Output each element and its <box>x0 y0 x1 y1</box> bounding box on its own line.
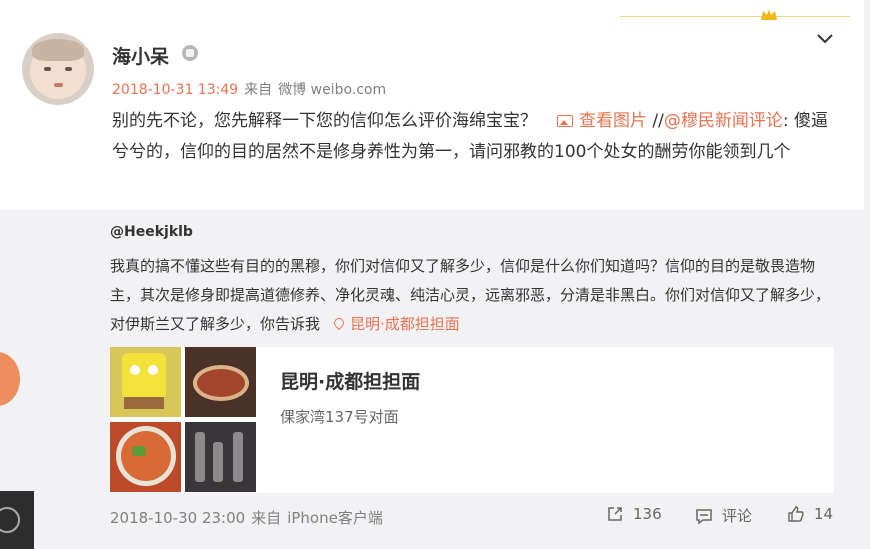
repost-time[interactable]: 2018-10-30 23:00 <box>110 509 245 527</box>
repost-body: 我真的搞不懂这些有目的的黑穆，你们对信仰又了解多少，信仰是什么你们知道吗？信仰的… <box>110 257 831 333</box>
repost-username[interactable]: @Heekjklb <box>110 224 193 240</box>
side-video-thumbnail[interactable] <box>0 491 34 549</box>
location-pin-icon <box>331 315 347 331</box>
location-thumbnail <box>185 347 256 417</box>
post-username[interactable]: 海小呆 <box>112 42 169 69</box>
like-button[interactable]: 14 <box>788 505 833 523</box>
comment-label: 评论 <box>722 507 753 525</box>
comment-icon <box>696 509 712 524</box>
avatar-mouth <box>54 83 63 87</box>
location-thumbnail <box>110 347 181 417</box>
image-icon[interactable] <box>557 115 573 127</box>
avatar-eye <box>44 67 51 71</box>
share-button[interactable]: 136 <box>607 505 662 523</box>
scrollbar[interactable] <box>864 0 870 549</box>
repost-source[interactable]: iPhone客户端 <box>287 509 383 527</box>
chevron-down-icon[interactable] <box>816 32 834 46</box>
weibo-post-card: 海小呆 2018-10-31 13:49 来自 微博 weibo.com 别的先不论… <box>0 0 864 549</box>
repost-text: 我真的搞不懂这些有目的的黑穆，你们对信仰又了解多少，信仰是什么你们知道吗？信仰的… <box>110 252 840 339</box>
location-thumbnail <box>110 422 181 492</box>
crown-icon <box>761 9 777 20</box>
repost-meta: 2018-10-30 23:00 来自 iPhone客户端 <box>110 507 389 528</box>
comment-button[interactable]: 评论 <box>696 505 752 526</box>
location-card-title[interactable]: 昆明·成都担担面 <box>280 367 420 394</box>
share-count: 136 <box>633 505 662 523</box>
avatar[interactable] <box>22 33 94 105</box>
post-source[interactable]: 微博 weibo.com <box>278 82 386 98</box>
post-time[interactable]: 2018-10-31 13:49 <box>112 82 238 98</box>
share-icon <box>608 507 622 521</box>
view-image-link[interactable]: 查看图片 <box>579 111 647 131</box>
repost-source-prefix: 来自 <box>251 509 282 527</box>
location-card-address: 倮家湾137号对面 <box>280 408 399 426</box>
location-card[interactable]: 昆明·成都担担面 倮家湾137号对面 <box>110 347 834 493</box>
post-text: 别的先不论，您先解释一下您的信仰怎么评价海绵宝宝？ 查看图片 //@穆民新闻评论:… <box>112 106 842 168</box>
post-text-part1: 别的先不论，您先解释一下您的信仰怎么评价海绵宝宝？ <box>112 111 537 131</box>
location-link[interactable]: 昆明·成都担担面 <box>350 315 460 333</box>
mention-link[interactable]: @穆民新闻评论 <box>664 111 783 131</box>
post-source-prefix: 来自 <box>244 82 273 98</box>
repost-slash: // <box>647 111 664 131</box>
thumbs-up-icon <box>788 506 804 522</box>
avatar-eye <box>65 67 72 71</box>
post-meta: 2018-10-31 13:49 来自 微博 weibo.com <box>112 79 392 99</box>
location-thumbnail <box>185 422 256 492</box>
header-decoration <box>620 16 850 17</box>
avatar-hair <box>32 39 84 61</box>
robot-badge-icon[interactable] <box>182 45 198 61</box>
like-count: 14 <box>814 505 834 523</box>
